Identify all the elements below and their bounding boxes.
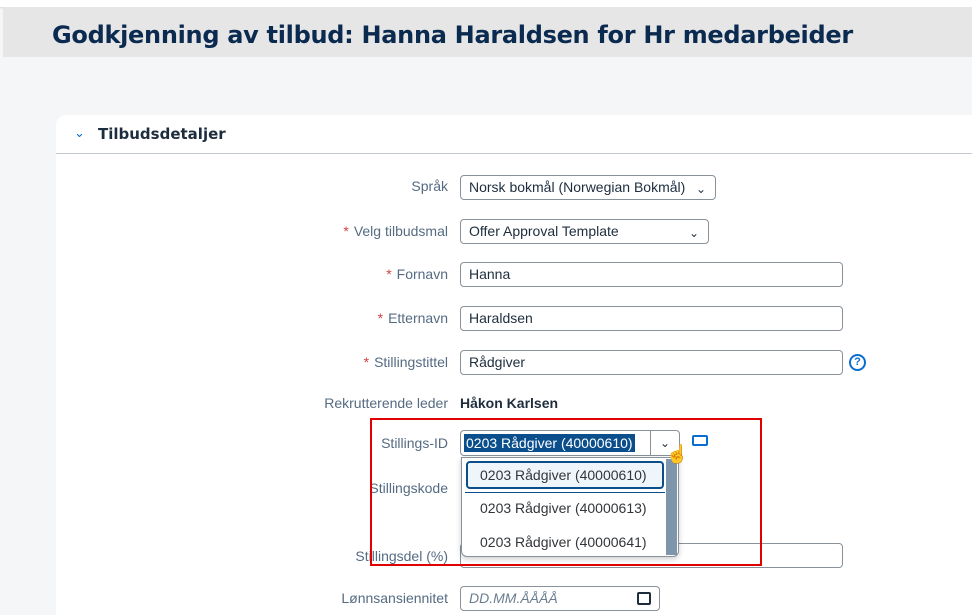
last-name-label: * Etternavn (377, 310, 448, 326)
chevron-down-icon: ⌄ (695, 182, 706, 196)
language-value: Norsk bokmål (Norwegian Bokmål) (469, 179, 686, 195)
hand-cursor-icon: ☝ (666, 444, 689, 464)
calendar-icon[interactable] (637, 592, 651, 605)
section-header[interactable]: ⌄ Tilbudsdetaljer (56, 115, 972, 154)
page-header: Godkjenning av tilbud: Hanna Haraldsen f… (3, 7, 972, 57)
seniority-placeholder: DD.MM.ÅÅÅÅ (469, 590, 558, 606)
top-bar (0, 0, 972, 7)
first-name-input[interactable]: Hanna (460, 262, 843, 287)
section-title: Tilbudsdetaljer (98, 125, 226, 143)
last-name-input[interactable]: Haraldsen (460, 306, 843, 331)
first-name-label: * Fornavn (386, 266, 448, 282)
chevron-down-icon[interactable]: ⌄ (74, 125, 85, 141)
template-label: * Velg tilbudsmal (343, 223, 448, 239)
job-title-label: * Stillingstittel (363, 354, 448, 370)
help-icon[interactable]: ? (849, 354, 866, 371)
template-value: Offer Approval Template (469, 223, 619, 239)
language-select[interactable]: Norsk bokmål (Norwegian Bokmål) ⌄ (460, 175, 716, 200)
recruiter-label: Rekrutterende leder (324, 395, 448, 411)
chevron-down-icon: ⌄ (688, 226, 699, 240)
highlight-box (370, 418, 762, 566)
template-select[interactable]: Offer Approval Template ⌄ (460, 219, 709, 244)
seniority-date-input[interactable]: DD.MM.ÅÅÅÅ (460, 586, 660, 611)
job-title-input[interactable]: Rådgiver (460, 350, 843, 375)
seniority-label: Lønnsansiennitet (341, 590, 448, 606)
language-label: Språk (411, 178, 448, 194)
recruiter-value: Håkon Karlsen (460, 395, 559, 411)
page-title: Godkjenning av tilbud: Hanna Haraldsen f… (52, 21, 853, 49)
